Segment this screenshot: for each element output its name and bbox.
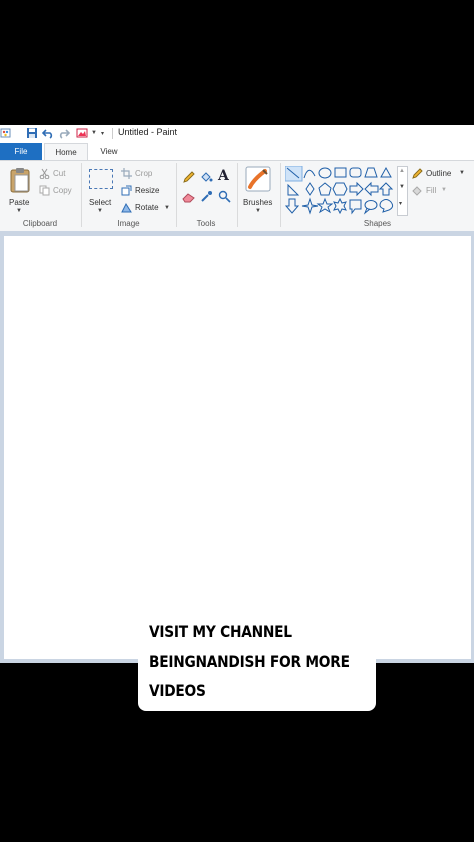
recent-image-icon[interactable] [76, 127, 88, 139]
tools-group-label: Tools [196, 219, 216, 228]
caption-line-3: VIDEOS [149, 681, 206, 700]
rotate-chevron-down-icon[interactable]: ▼ [164, 205, 170, 211]
save-icon[interactable] [26, 127, 38, 139]
scroll-down-icon[interactable]: ▼ [399, 184, 405, 190]
resize-icon[interactable] [121, 185, 132, 196]
brushes-button[interactable]: Brushes [243, 198, 272, 207]
outline-button[interactable]: Outline [426, 169, 451, 178]
pencil-icon[interactable] [182, 171, 195, 184]
paste-button[interactable]: Paste [9, 198, 29, 207]
tab-view[interactable]: View [90, 143, 128, 160]
paste-icon[interactable] [9, 167, 31, 193]
copy-icon[interactable] [39, 185, 50, 196]
tab-home[interactable]: Home [44, 143, 88, 160]
magnifier-icon[interactable] [218, 190, 231, 203]
paste-chevron-down-icon[interactable]: ▼ [16, 208, 22, 214]
cut-button[interactable]: Cut [53, 169, 65, 178]
shapes-group-label: Shapes [363, 219, 392, 228]
outline-icon[interactable] [411, 168, 423, 180]
eraser-icon[interactable] [182, 192, 195, 203]
brushes-icon[interactable] [245, 166, 271, 192]
group-divider [81, 163, 82, 227]
caption-line-2: BEINGNANDISH FOR MORE [149, 652, 350, 671]
image-group-label: Image [117, 219, 140, 228]
qat-dropdown-icon[interactable]: ▾ [101, 130, 104, 137]
expand-gallery-icon[interactable]: ▾ [399, 200, 402, 207]
caption-box: VISIT MY CHANNEL BEINGNANDISH FOR MORE V… [138, 617, 376, 711]
resize-button[interactable]: Resize [135, 186, 159, 195]
fill-button[interactable]: Fill [426, 186, 436, 195]
shapes-scrollbar[interactable]: ▲ ▼ ▾ [397, 166, 408, 216]
fill-bucket-icon[interactable] [199, 170, 213, 184]
crop-icon[interactable] [121, 168, 132, 179]
tab-file[interactable]: File [0, 143, 42, 160]
ribbon: Paste ▼ Cut Copy Clipboard Select ▼ Crop [0, 160, 474, 232]
group-divider [280, 163, 281, 227]
copy-button[interactable]: Copy [53, 186, 72, 195]
cut-icon[interactable] [39, 168, 50, 179]
color-picker-icon[interactable] [200, 190, 213, 203]
select-button[interactable]: Select [89, 198, 111, 207]
select-chevron-down-icon[interactable]: ▼ [97, 208, 103, 214]
outline-chevron-down-icon[interactable]: ▼ [459, 170, 465, 176]
customize-qat-chevron-icon[interactable]: ▼ [91, 130, 97, 136]
rotate-button[interactable]: Rotate [135, 203, 159, 212]
paint-window: ▼ ▾ Untitled - Paint File Home View Past… [0, 125, 474, 663]
rotate-icon[interactable] [121, 202, 132, 213]
fill-chevron-down-icon[interactable]: ▼ [441, 187, 447, 193]
fill-icon[interactable] [411, 185, 423, 197]
canvas-workspace [0, 231, 474, 663]
drawing-canvas[interactable] [4, 236, 471, 659]
group-divider [176, 163, 177, 227]
window-title: Untitled - Paint [118, 127, 178, 137]
clipboard-group-label: Clipboard [22, 219, 58, 228]
caption-line-1: VISIT MY CHANNEL [149, 622, 292, 641]
crop-button[interactable]: Crop [135, 169, 152, 178]
title-bar: ▼ ▾ Untitled - Paint [0, 125, 474, 142]
undo-icon[interactable] [42, 127, 54, 139]
ribbon-tabs: File Home View [0, 143, 474, 160]
text-tool-icon[interactable]: A [218, 168, 229, 184]
brushes-chevron-down-icon[interactable]: ▼ [255, 208, 261, 214]
select-icon[interactable] [89, 169, 113, 189]
redo-icon[interactable] [58, 127, 70, 139]
title-separator [112, 128, 113, 139]
scroll-up-icon[interactable]: ▲ [399, 168, 405, 174]
shapes-gallery[interactable] [285, 166, 397, 216]
paint-app-icon [0, 128, 11, 138]
group-divider [237, 163, 238, 227]
